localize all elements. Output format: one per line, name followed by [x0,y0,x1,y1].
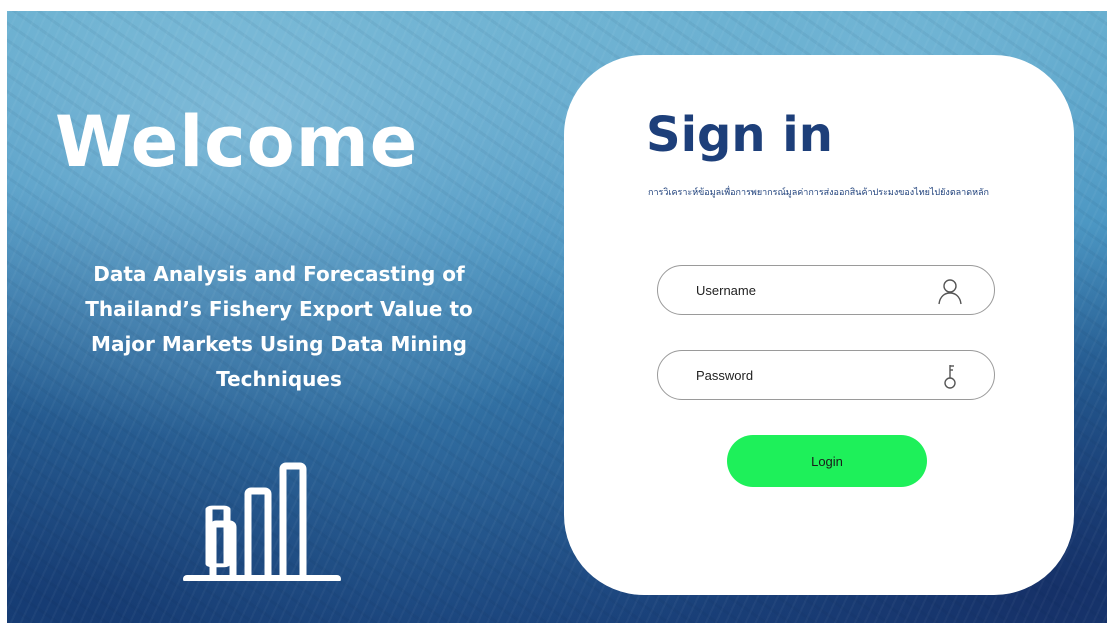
password-field[interactable] [657,350,995,400]
key-icon [944,365,956,389]
welcome-heading: Welcome [55,101,419,183]
signin-card: Sign in การวิเคราะห์ข้อมูลเพื่อการพยากรณ… [564,55,1074,595]
login-page: Welcome Data Analysis and Forecasting of… [7,11,1107,623]
signin-subtitle: การวิเคราะห์ข้อมูลเพื่อการพยากรณ์มูลค่าก… [648,187,989,197]
username-input[interactable] [696,280,916,300]
password-input[interactable] [696,365,916,385]
user-icon [938,279,962,305]
project-title: Data Analysis and Forecasting of Thailan… [85,262,473,391]
signin-title: Sign in [646,107,833,163]
login-button[interactable]: Login [727,435,927,487]
username-field[interactable] [657,265,995,315]
bar-chart-icon [183,462,341,581]
